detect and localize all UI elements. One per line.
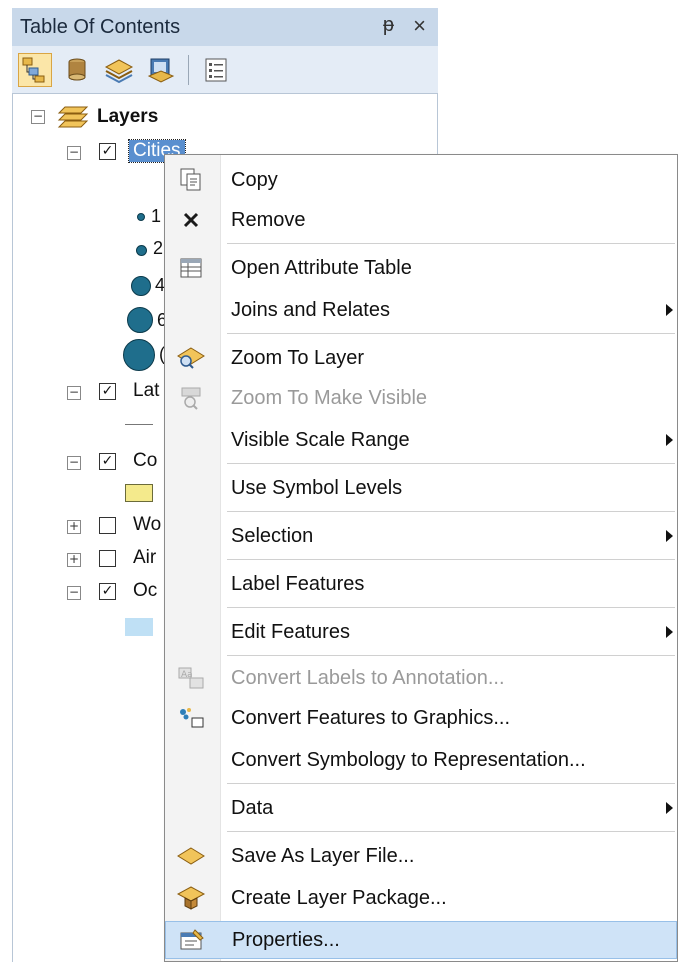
toc-toolbar bbox=[12, 46, 438, 94]
city-symbol-5 bbox=[123, 339, 155, 371]
menu-item-convert-features-to-graphics[interactable]: Convert Features to Graphics... bbox=[165, 701, 677, 735]
data-frame-icon bbox=[57, 106, 89, 128]
layer-6-visibility-checkbox[interactable]: ✓ bbox=[99, 583, 116, 600]
layer-context-menu: Copy Remove Open Attribute Table Joins a… bbox=[164, 154, 678, 962]
attribute-table-icon bbox=[175, 252, 207, 284]
toolbar-separator bbox=[188, 54, 189, 85]
submenu-arrow-icon bbox=[666, 530, 673, 542]
city-symbol-label: 2 bbox=[153, 238, 164, 258]
layer-label-2[interactable]: Lat bbox=[133, 380, 159, 402]
toc-title: Table Of Contents bbox=[20, 15, 181, 38]
submenu-arrow-icon bbox=[666, 626, 673, 638]
menu-item-convert-labels-to-annotation[interactable]: Aa Convert Labels to Annotation... bbox=[165, 661, 677, 695]
list-by-source-icon[interactable] bbox=[60, 53, 94, 87]
menu-separator bbox=[227, 607, 675, 608]
pin-icon[interactable]: ᵽ bbox=[383, 14, 394, 37]
menu-separator bbox=[227, 831, 675, 832]
menu-item-edit-features[interactable]: Edit Features bbox=[165, 615, 677, 649]
toc-title-bar: Table Of Contents ᵽ × bbox=[12, 8, 438, 46]
menu-item-joins-and-relates[interactable]: Joins and Relates bbox=[165, 293, 677, 327]
menu-item-use-symbol-levels[interactable]: Use Symbol Levels bbox=[165, 471, 677, 505]
menu-item-label-features[interactable]: Label Features bbox=[165, 567, 677, 601]
layer-3-visibility-checkbox[interactable]: ✓ bbox=[99, 453, 116, 470]
close-icon[interactable]: × bbox=[413, 13, 426, 39]
line-symbol bbox=[125, 424, 153, 425]
polygon-symbol bbox=[125, 484, 153, 502]
menu-item-selection[interactable]: Selection bbox=[165, 519, 677, 553]
menu-item-convert-symbology-to-representation[interactable]: Convert Symbology to Representation... bbox=[165, 743, 677, 777]
layer-5-visibility-checkbox[interactable] bbox=[99, 550, 116, 567]
submenu-arrow-icon bbox=[666, 434, 673, 446]
menu-separator bbox=[227, 333, 675, 334]
layer-label-3[interactable]: Co bbox=[133, 450, 157, 472]
layer-label-5[interactable]: Air bbox=[133, 547, 156, 569]
properties-icon bbox=[176, 924, 208, 956]
menu-separator bbox=[227, 511, 675, 512]
layer-label-6[interactable]: Oc bbox=[133, 580, 157, 602]
convert-labels-icon: Aa bbox=[175, 662, 207, 694]
layer-package-icon bbox=[175, 882, 207, 914]
city-symbol-4 bbox=[127, 307, 153, 333]
collapse-layer-2-icon[interactable]: − bbox=[67, 386, 81, 400]
layer-2-visibility-checkbox[interactable]: ✓ bbox=[99, 383, 116, 400]
submenu-arrow-icon bbox=[666, 802, 673, 814]
menu-item-zoom-to-layer[interactable]: Zoom To Layer bbox=[165, 341, 677, 375]
save-layer-file-icon bbox=[175, 840, 207, 872]
menu-item-zoom-to-make-visible[interactable]: Zoom To Make Visible bbox=[165, 381, 677, 415]
options-icon[interactable] bbox=[199, 53, 233, 87]
cities-visibility-checkbox[interactable]: ✓ bbox=[99, 143, 116, 160]
menu-item-copy[interactable]: Copy bbox=[165, 163, 677, 197]
submenu-arrow-icon bbox=[666, 304, 673, 316]
collapse-cities-icon[interactable]: − bbox=[67, 146, 81, 160]
menu-item-visible-scale-range[interactable]: Visible Scale Range bbox=[165, 423, 677, 457]
list-by-selection-icon[interactable] bbox=[144, 53, 178, 87]
expand-layer-4-icon[interactable]: + bbox=[67, 520, 81, 534]
list-by-drawing-order-icon[interactable] bbox=[18, 52, 52, 87]
ocean-polygon-symbol bbox=[125, 618, 153, 636]
layer-4-visibility-checkbox[interactable] bbox=[99, 517, 116, 534]
collapse-layers-icon[interactable]: − bbox=[31, 110, 45, 124]
city-symbol-label: 1 bbox=[151, 206, 162, 226]
layers-root-label[interactable]: Layers bbox=[97, 106, 158, 128]
menu-item-properties[interactable]: Properties... bbox=[165, 921, 677, 959]
menu-separator bbox=[227, 463, 675, 464]
menu-separator bbox=[227, 783, 675, 784]
layer-label-4[interactable]: Wo bbox=[133, 514, 161, 536]
menu-separator bbox=[227, 243, 675, 244]
menu-separator bbox=[227, 559, 675, 560]
zoom-to-make-visible-icon bbox=[175, 382, 207, 414]
collapse-layer-3-icon[interactable]: − bbox=[67, 456, 81, 470]
menu-item-remove[interactable]: Remove bbox=[165, 203, 677, 237]
expand-layer-5-icon[interactable]: + bbox=[67, 553, 81, 567]
copy-icon bbox=[175, 164, 207, 196]
menu-separator bbox=[227, 655, 675, 656]
convert-features-icon bbox=[175, 702, 207, 734]
menu-item-save-as-layer-file[interactable]: Save As Layer File... bbox=[165, 839, 677, 873]
city-symbol-1 bbox=[137, 213, 145, 221]
menu-item-open-attribute-table[interactable]: Open Attribute Table bbox=[165, 251, 677, 285]
list-by-visibility-icon[interactable] bbox=[102, 53, 136, 87]
city-symbol-3 bbox=[131, 276, 151, 296]
remove-icon bbox=[175, 204, 207, 236]
menu-item-create-layer-package[interactable]: Create Layer Package... bbox=[165, 881, 677, 915]
zoom-to-layer-icon bbox=[175, 342, 207, 374]
collapse-layer-6-icon[interactable]: − bbox=[67, 586, 81, 600]
menu-item-data[interactable]: Data bbox=[165, 791, 677, 825]
city-symbol-2 bbox=[136, 245, 147, 256]
